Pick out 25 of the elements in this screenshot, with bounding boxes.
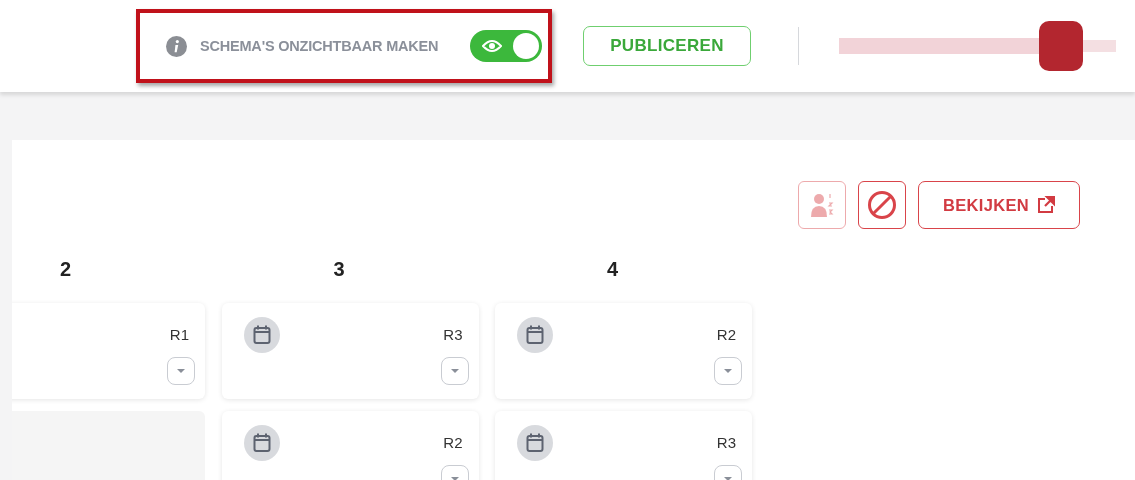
caret-icon [449, 368, 460, 374]
block-button[interactable] [858, 181, 906, 229]
view-button[interactable]: BEKIJKEN [918, 181, 1080, 229]
round-label: R2 [716, 326, 736, 343]
round-label: R2 [443, 434, 463, 451]
column-heading: 2 [60, 258, 72, 280]
round-label: R1 [169, 326, 189, 343]
caret-icon [723, 368, 733, 374]
publish-button[interactable]: PUBLICEREN [583, 26, 751, 66]
eye-icon [482, 39, 502, 53]
hide-schedules-toggle[interactable] [470, 30, 542, 62]
hide-schedules-label: SCHEMA'S ONZICHTBAAR MAKEN [200, 38, 439, 54]
info-icon[interactable] [166, 35, 187, 57]
caret-icon [449, 476, 460, 480]
card-menu-button[interactable] [167, 357, 195, 385]
caret-icon [176, 368, 186, 374]
round-label: R3 [443, 326, 463, 343]
card-menu-button[interactable] [714, 357, 742, 385]
column-heading: 3 [333, 258, 345, 280]
round-label: R3 [716, 434, 736, 451]
external-link-icon [1036, 196, 1055, 214]
prohibited-icon [867, 190, 897, 220]
column-heading: 4 [607, 258, 619, 280]
person-list-icon [810, 191, 834, 219]
card-menu-button[interactable] [440, 357, 469, 385]
